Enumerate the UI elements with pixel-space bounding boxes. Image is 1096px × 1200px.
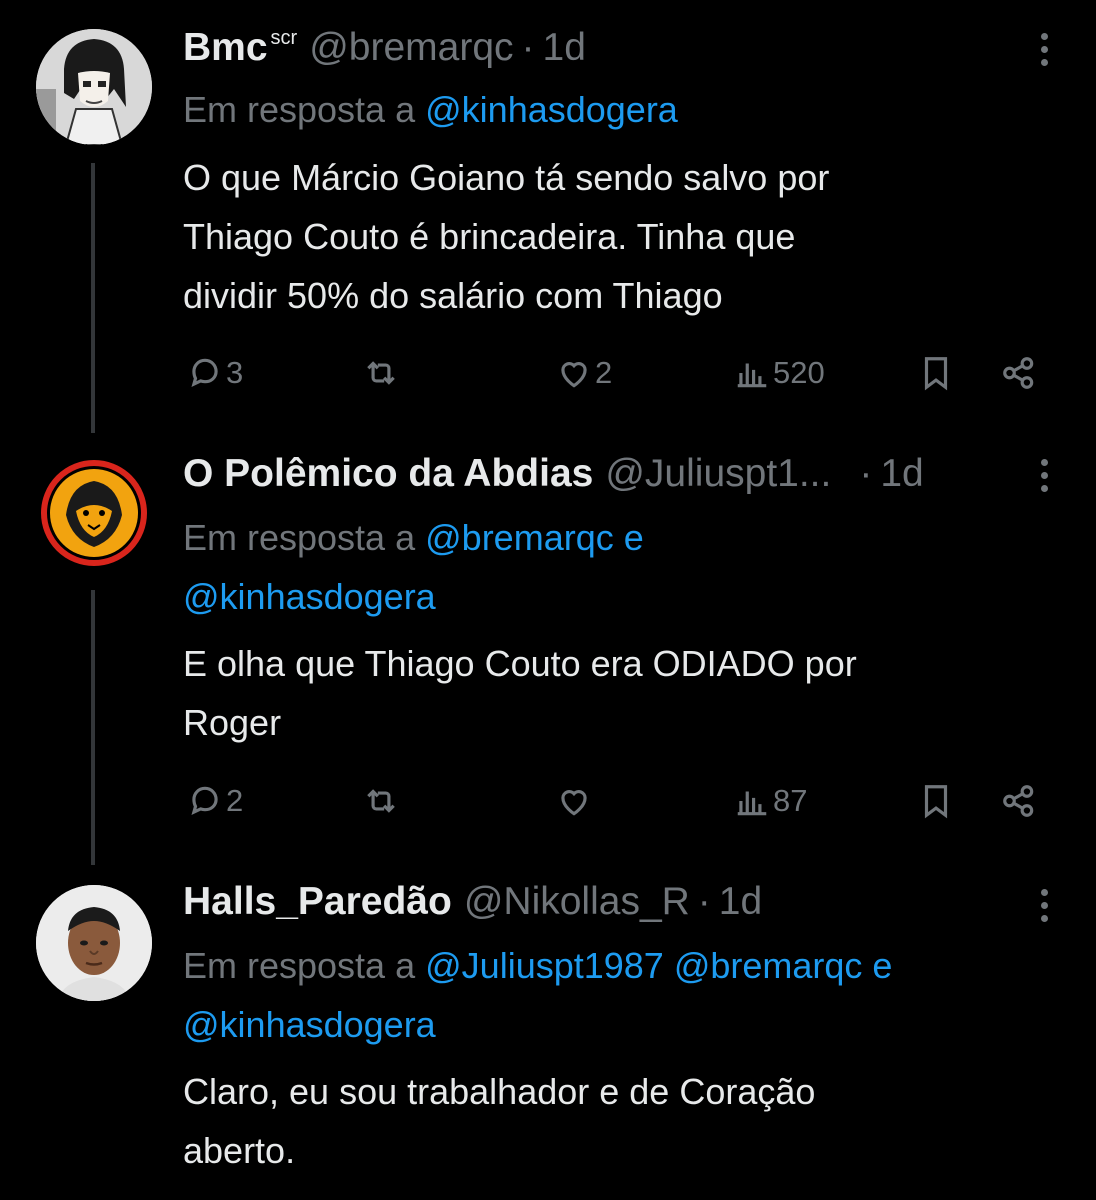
reply-icon — [191, 786, 218, 816]
tweet[interactable]: Bmc scr @bremarqc · 1d Em resposta a @ki… — [0, 0, 1096, 440]
share-icon — [1003, 785, 1034, 817]
action-bar: 3 2 520 — [0, 348, 1096, 398]
reply-button[interactable]: 3 — [186, 348, 243, 398]
separator: · — [697, 880, 711, 923]
action-bar: 2 87 — [0, 776, 1096, 826]
tweet[interactable]: O Polêmico da Abdias @Juliuspt1... · 1d … — [0, 440, 1096, 870]
views-icon — [737, 791, 767, 816]
views-icon — [737, 363, 767, 388]
views-button[interactable]: 520 — [733, 348, 825, 398]
separator: · — [521, 26, 535, 69]
mention-link[interactable]: @bremarqc e — [425, 517, 644, 558]
retweet-icon — [367, 361, 395, 385]
tweet[interactable]: Halls_Paredão @Nikollas_R · 1d Em respos… — [0, 870, 1096, 1200]
views-count: 520 — [773, 355, 825, 390]
retweet-icon — [367, 789, 395, 813]
text-line: E olha que Thiago Couto era ODIADO por — [183, 643, 857, 684]
display-name[interactable]: O Polêmico da Abdias — [183, 452, 593, 496]
avatar[interactable] — [36, 29, 152, 145]
reply-context: Em resposta a @bremarqc e @kinhasdogera — [183, 508, 1056, 626]
tweet-text: Claro, eu sou trabalhador e de Coração a… — [183, 1062, 996, 1180]
tweet-text: E olha que Thiago Couto era ODIADO por R… — [183, 634, 996, 752]
like-button[interactable]: 2 — [555, 348, 612, 398]
handle[interactable]: @Juliuspt1... — [605, 452, 831, 496]
reply-icon — [191, 358, 218, 388]
separator: · — [859, 452, 873, 495]
text-line: O que Márcio Goiano tá sendo salvo por — [183, 157, 830, 198]
reply-context: Em resposta a @kinhasdogera — [183, 80, 1056, 139]
like-icon — [561, 362, 587, 388]
avatar[interactable] — [36, 455, 152, 571]
display-name[interactable]: Halls_Paredão — [183, 880, 452, 924]
reply-prefix: Em resposta a — [183, 945, 416, 986]
text-line: aberto. — [183, 1130, 296, 1171]
timestamp[interactable]: 1d — [880, 452, 923, 496]
display-name[interactable]: Bmc — [183, 26, 268, 70]
tweet-text: O que Márcio Goiano tá sendo salvo por T… — [183, 148, 996, 325]
mention-link[interactable]: @kinhasdogera — [183, 576, 436, 617]
text-line: Thiago Couto é brincadeira. Tinha que — [183, 216, 796, 257]
share-icon — [1003, 357, 1034, 389]
reply-prefix: Em resposta a — [183, 89, 416, 130]
timestamp[interactable]: 1d — [719, 880, 762, 924]
like-button[interactable] — [555, 776, 595, 826]
handle[interactable]: @bremarqc — [309, 26, 513, 70]
mention-link[interactable]: @kinhasdogera — [183, 1004, 436, 1045]
more-icon[interactable] — [1036, 450, 1052, 500]
more-icon[interactable] — [1036, 880, 1052, 930]
bookmark-icon — [924, 785, 948, 819]
reply-count: 2 — [226, 783, 244, 818]
share-button[interactable] — [1000, 348, 1038, 398]
text-line: Roger — [183, 702, 282, 743]
retweet-button[interactable] — [362, 776, 402, 826]
name-badge: scr — [270, 27, 298, 49]
bookmark-button[interactable] — [917, 776, 955, 826]
views-count: 87 — [773, 783, 808, 818]
share-button[interactable] — [1000, 776, 1038, 826]
mention-link[interactable]: @Juliuspt1987 @bremarqc e — [425, 945, 892, 986]
like-icon — [561, 790, 587, 816]
handle[interactable]: @Nikollas_R — [464, 880, 690, 924]
reply-prefix: Em resposta a — [183, 517, 416, 558]
views-button[interactable]: 87 — [733, 776, 807, 826]
reply-button[interactable]: 2 — [186, 776, 243, 826]
like-count: 2 — [595, 355, 613, 390]
text-line: dividir 50% do salário com Thiago — [183, 275, 723, 316]
bookmark-button[interactable] — [917, 348, 955, 398]
text-line: Claro, eu sou trabalhador e de Coração — [183, 1071, 816, 1112]
more-icon[interactable] — [1036, 24, 1052, 74]
mention-link[interactable]: @kinhasdogera — [425, 89, 678, 130]
retweet-button[interactable] — [362, 348, 402, 398]
avatar[interactable] — [36, 885, 152, 1001]
timestamp[interactable]: 1d — [543, 26, 586, 70]
reply-count: 3 — [226, 355, 244, 390]
bookmark-icon — [924, 357, 948, 391]
reply-context: Em resposta a @Juliuspt1987 @bremarqc e … — [183, 936, 1056, 1054]
